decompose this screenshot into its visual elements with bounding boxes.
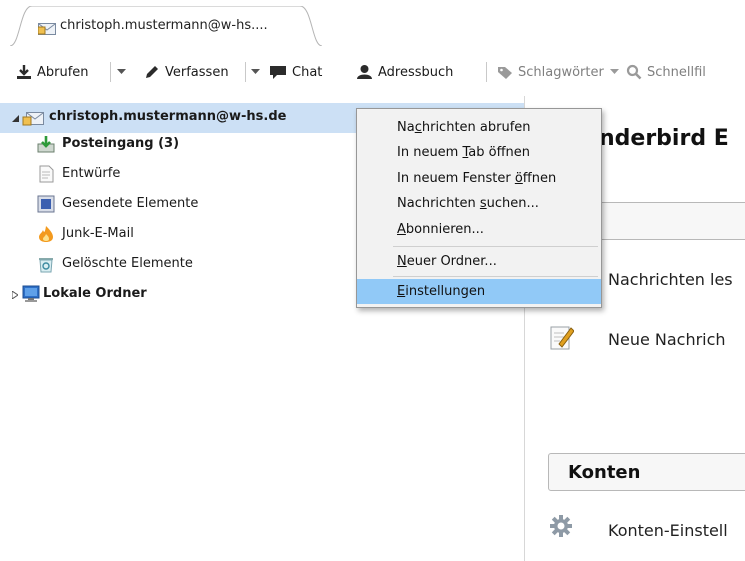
menu-separator: [393, 276, 598, 277]
quick-filter-label: Schnellfil: [647, 64, 706, 80]
folder-label: christoph.mustermann@w-hs.de: [49, 109, 287, 124]
toolbar-separator: [245, 62, 246, 82]
get-messages-button[interactable]: Abrufen: [16, 62, 89, 82]
compose-button[interactable]: Verfassen: [144, 62, 229, 82]
toolbar-separator: [110, 62, 111, 82]
menu-item-get-messages[interactable]: Nachrichten abrufen: [357, 115, 601, 140]
write-message-icon: [550, 324, 575, 354]
tag-icon: [498, 67, 512, 79]
chat-label: Chat: [292, 64, 323, 80]
chevron-down-icon: [250, 69, 260, 74]
folder-label: Lokale Ordner: [43, 286, 147, 301]
folder-label: Junk-E-Mail: [62, 226, 134, 241]
inbox-icon: [37, 135, 55, 157]
folder-label: Posteingang (3): [62, 136, 180, 151]
tab-account[interactable]: christoph.mustermann@w-hs....: [10, 6, 322, 46]
download-icon: [17, 65, 31, 79]
folder-label: Gesendete Elemente: [62, 196, 199, 211]
toolbar-separator: [486, 62, 487, 82]
menu-item-open-in-tab[interactable]: In neuem Tab öffnen: [357, 140, 601, 165]
collapse-twisty-icon[interactable]: [12, 115, 19, 122]
chat-bubble-icon: [270, 66, 286, 79]
get-messages-label: Abrufen: [37, 64, 89, 80]
folder-context-menu: Nachrichten abrufen In neuem Tab öffnen …: [356, 108, 602, 308]
menu-item-subscribe[interactable]: Abonnieren...: [357, 217, 601, 242]
menu-item-settings[interactable]: Einstellungen: [357, 279, 601, 304]
folder-label: Gelöschte Elemente: [62, 256, 193, 271]
compose-label: Verfassen: [165, 64, 229, 80]
mail-account-icon: [37, 21, 56, 39]
folder-label: Entwürfe: [62, 166, 121, 181]
accounts-section-label: Konten: [568, 462, 641, 483]
page-title: nderbird E: [599, 126, 729, 151]
address-book-button[interactable]: Adressbuch: [356, 62, 453, 82]
tab-strip: christoph.mustermann@w-hs....: [0, 0, 745, 46]
toolbar: Abrufen Verfassen Chat Adressbuch Schlag…: [0, 46, 745, 96]
chevron-down-icon: [609, 69, 619, 74]
trash-icon: [37, 255, 55, 277]
mail-account-icon: [22, 109, 44, 131]
sent-icon: [37, 195, 55, 217]
local-folders-icon: [22, 285, 40, 307]
tags-label: Schlagwörter: [518, 64, 604, 80]
quick-filter-button[interactable]: Schnellfil: [626, 62, 706, 82]
menu-item-search-messages[interactable]: Nachrichten suchen...: [357, 191, 601, 216]
contacts-icon: [357, 65, 372, 79]
pencil-icon: [146, 66, 158, 78]
menu-item-new-folder[interactable]: Neuer Ordner...: [357, 249, 601, 274]
get-messages-dropdown[interactable]: [114, 62, 128, 82]
flame-icon: [37, 225, 55, 247]
tab-label: christoph.mustermann@w-hs....: [60, 18, 268, 33]
address-book-label: Adressbuch: [378, 64, 454, 80]
drafts-icon: [37, 165, 55, 187]
new-message-link[interactable]: Neue Nachrich: [608, 330, 726, 349]
chevron-down-icon: [116, 69, 126, 74]
chat-button[interactable]: Chat: [269, 62, 322, 82]
gear-icon: [550, 515, 572, 541]
read-messages-link[interactable]: Nachrichten les: [608, 270, 733, 289]
expand-twisty-icon[interactable]: [12, 291, 18, 299]
accounts-section-header: Konten: [548, 453, 745, 491]
menu-separator: [393, 246, 598, 247]
search-icon: [626, 64, 642, 80]
account-settings-link[interactable]: Konten-Einstell: [608, 521, 728, 540]
menu-item-open-in-window[interactable]: In neuem Fenster öffnen: [357, 166, 601, 191]
compose-dropdown[interactable]: [248, 62, 262, 82]
tags-button[interactable]: Schlagwörter: [497, 62, 624, 82]
